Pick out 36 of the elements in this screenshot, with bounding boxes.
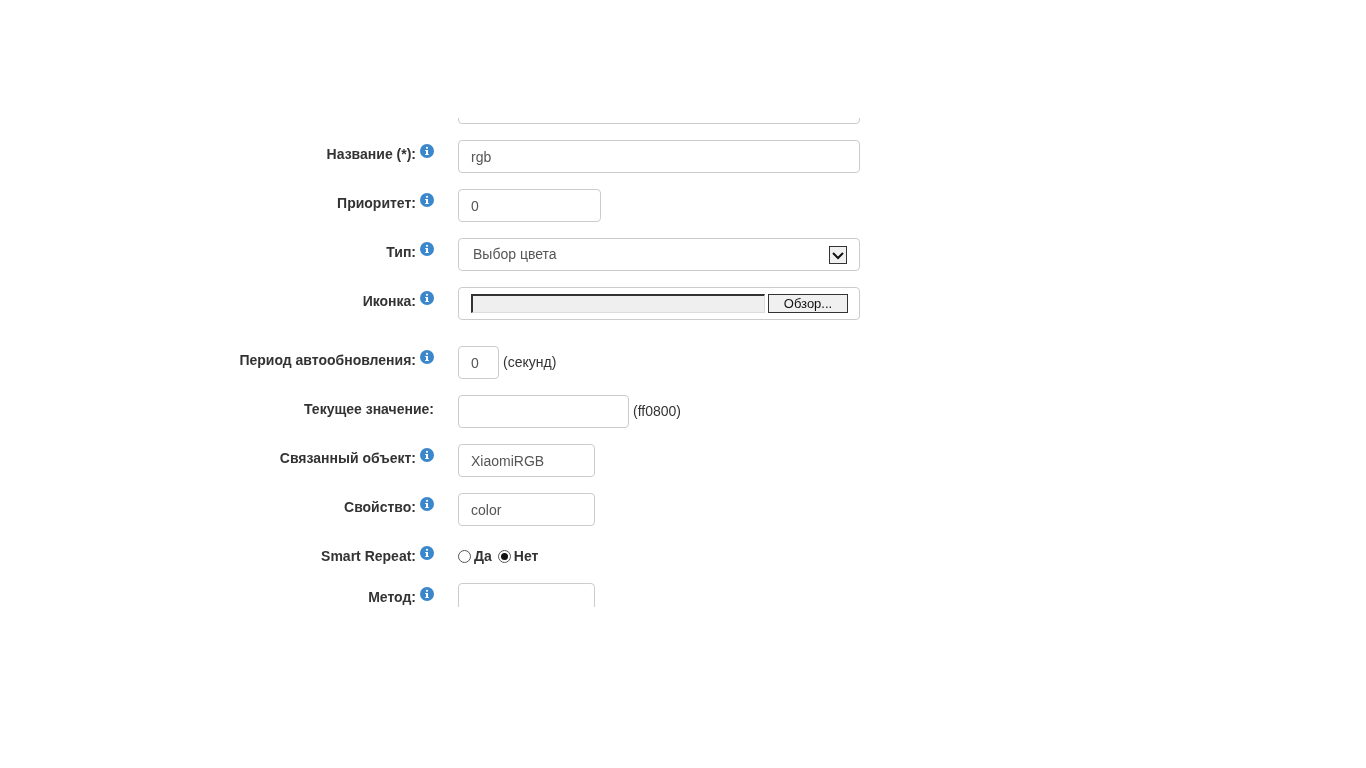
- info-icon[interactable]: [420, 193, 434, 207]
- unit-text: (секунд): [503, 353, 557, 372]
- field-label: Тип:: [386, 244, 416, 261]
- input-field[interactable]: 0: [458, 346, 499, 379]
- info-icon[interactable]: [420, 448, 434, 462]
- unit-text: (ff0800): [633, 402, 681, 421]
- info-icon[interactable]: [420, 291, 434, 305]
- info-icon[interactable]: [420, 350, 434, 364]
- input-field[interactable]: XiaomiRGB: [458, 444, 595, 477]
- input-field[interactable]: [458, 395, 629, 428]
- info-icon[interactable]: [420, 144, 434, 158]
- radio-button[interactable]: [497, 550, 511, 563]
- field-label: Период автообновления:: [239, 352, 416, 369]
- select-dropdown[interactable]: Выбор цвета: [458, 238, 860, 271]
- field-label: Smart Repeat:: [321, 548, 416, 565]
- field-label: Текущее значение:: [304, 401, 434, 418]
- option-label: Нет: [513, 547, 539, 566]
- file-input[interactable]: Обзор...: [458, 287, 860, 320]
- field-label: Приоритет:: [337, 195, 416, 212]
- info-icon[interactable]: [420, 546, 434, 560]
- option-label: Да: [474, 547, 492, 566]
- field-label: Связанный объект:: [279, 450, 416, 467]
- info-icon[interactable]: [420, 587, 434, 601]
- input-field[interactable]: color: [458, 493, 595, 526]
- input-field[interactable]: 0: [458, 189, 601, 222]
- input-field[interactable]: rgb: [458, 140, 860, 173]
- info-icon[interactable]: [420, 497, 434, 511]
- chevron-down-icon: [829, 245, 847, 264]
- info-icon[interactable]: [420, 242, 434, 256]
- field-label: Свойство:: [344, 499, 416, 516]
- radio-button[interactable]: [458, 550, 471, 563]
- field-label: Метод:: [368, 589, 416, 606]
- field-label: Иконка:: [362, 293, 416, 310]
- input-field[interactable]: [458, 583, 595, 607]
- field-label: Название (*):: [326, 146, 416, 163]
- browse-button[interactable]: Обзор...: [768, 294, 848, 313]
